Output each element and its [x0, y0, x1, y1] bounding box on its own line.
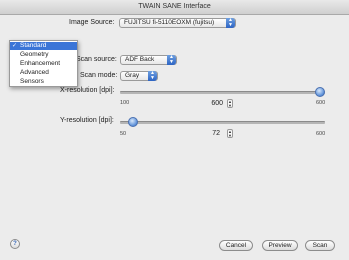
- menu-item-label: Sensors: [20, 78, 44, 85]
- scan-source-popup[interactable]: ADF Back ▲ ▼: [120, 55, 177, 65]
- menu-item-geometry[interactable]: Geometry: [10, 51, 77, 59]
- scan-source-label: Scan source:: [76, 56, 117, 63]
- menu-item-label: Geometry: [20, 51, 49, 58]
- x-resolution-label: X-resolution [dpi]:: [60, 87, 115, 94]
- y-resolution-slider-knob[interactable]: [127, 117, 138, 127]
- y-resolution-label: Y-resolution [dpi]:: [60, 117, 114, 124]
- x-resolution-max: 600: [316, 100, 326, 106]
- option-group-menu[interactable]: ✓ Standard Geometry Enhancement Advanced…: [9, 40, 78, 87]
- x-resolution-slider-knob[interactable]: [315, 87, 325, 97]
- scan-button[interactable]: Scan: [305, 240, 335, 251]
- popup-arrows-icon: ▲ ▼: [148, 71, 157, 81]
- x-resolution-value[interactable]: 600: [193, 100, 223, 107]
- menu-item-label: Advanced: [20, 69, 49, 76]
- popup-arrows-icon: ▲ ▼: [167, 55, 176, 65]
- stepper-down-icon[interactable]: ▼: [228, 133, 232, 138]
- scan-mode-popup[interactable]: Gray ▲ ▼: [120, 71, 158, 81]
- cancel-button[interactable]: Cancel: [219, 240, 253, 251]
- y-resolution-min: 50: [120, 131, 127, 137]
- image-source-label: Image Source:: [69, 19, 115, 26]
- x-resolution-slider-track[interactable]: [120, 91, 325, 94]
- menu-item-label: Enhancement: [20, 60, 61, 67]
- scan-mode-value: Gray: [125, 72, 140, 79]
- menu-item-advanced[interactable]: Advanced: [10, 69, 77, 77]
- y-resolution-max: 600: [316, 131, 326, 137]
- window-titlebar: TWAIN SANE Interface: [0, 0, 349, 15]
- scan-source-value: ADF Back: [125, 56, 155, 63]
- image-source-popup[interactable]: FUJITSU fi-5110EOXM (fujitsu) ▲ ▼: [119, 18, 236, 28]
- scan-mode-label: Scan mode:: [80, 72, 118, 79]
- x-resolution-min: 100: [120, 100, 130, 106]
- menu-item-standard[interactable]: ✓ Standard: [10, 42, 77, 50]
- help-button[interactable]: ?: [10, 239, 20, 249]
- checkmark-icon: ✓: [12, 43, 18, 49]
- window-title: TWAIN SANE Interface: [138, 3, 211, 10]
- popup-arrows-icon: ▲ ▼: [226, 18, 235, 28]
- menu-item-label: Standard: [20, 42, 47, 49]
- image-source-value: FUJITSU fi-5110EOXM (fujitsu): [124, 19, 215, 26]
- y-resolution-value[interactable]: 72: [190, 130, 220, 137]
- menu-item-enhancement[interactable]: Enhancement: [10, 60, 77, 68]
- preview-button[interactable]: Preview: [262, 240, 298, 251]
- help-icon: ?: [13, 241, 17, 247]
- y-resolution-stepper[interactable]: ▲ ▼: [227, 129, 233, 138]
- stepper-down-icon[interactable]: ▼: [228, 103, 232, 108]
- x-resolution-stepper[interactable]: ▲ ▼: [227, 99, 233, 108]
- y-resolution-slider-track[interactable]: [120, 121, 325, 124]
- menu-item-sensors[interactable]: Sensors: [10, 78, 77, 86]
